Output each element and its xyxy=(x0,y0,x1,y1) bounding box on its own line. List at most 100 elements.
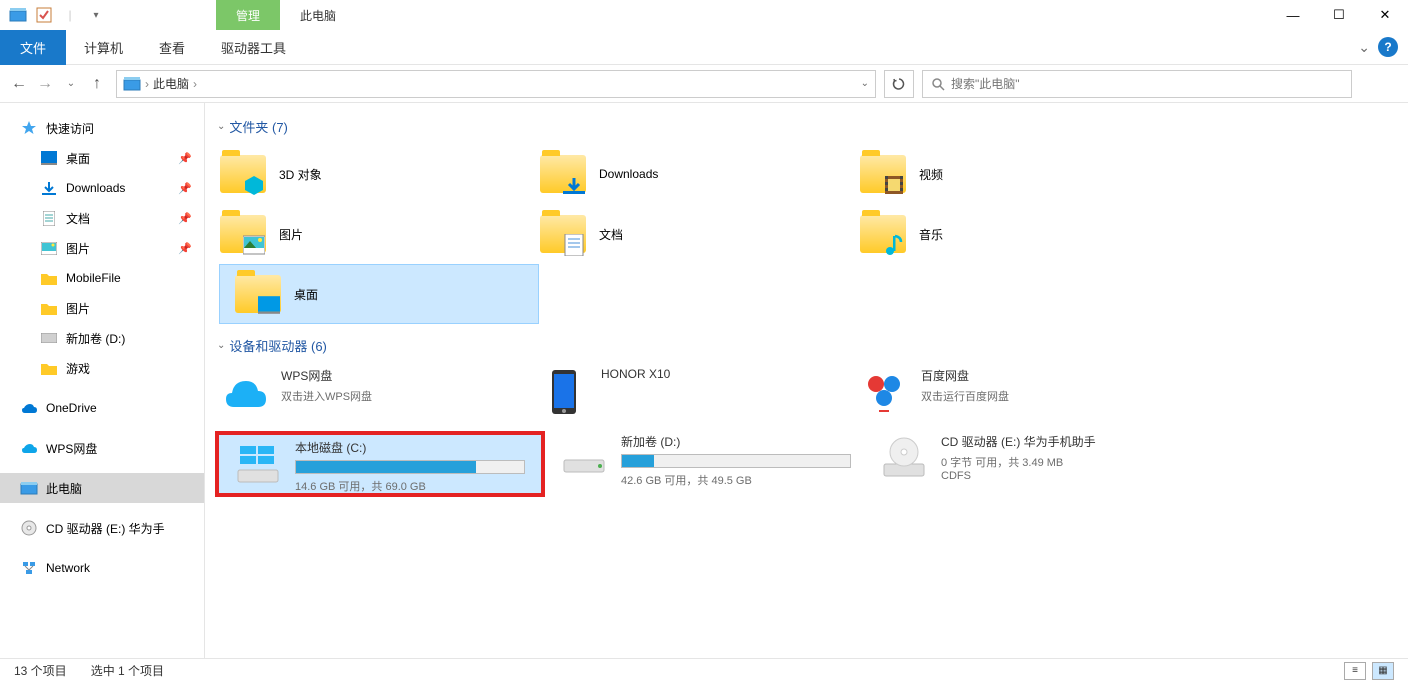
folder-videos[interactable]: 视频 xyxy=(845,144,1165,204)
search-input[interactable] xyxy=(951,77,1343,91)
computer-tab[interactable]: 计算机 xyxy=(66,30,141,65)
search-box[interactable] xyxy=(922,70,1352,98)
sidebar-documents[interactable]: 文档 📌 xyxy=(0,203,204,233)
ribbon-collapse-icon[interactable]: ⌄ xyxy=(1358,39,1370,56)
drive-tools-tab[interactable]: 驱动器工具 xyxy=(203,30,304,65)
content-pane[interactable]: ⌄ 文件夹 (7) 3D 对象 Downloads 视频 图片 文档 xyxy=(205,103,1408,658)
help-icon[interactable]: ? xyxy=(1378,37,1398,57)
sidebar-new-volume[interactable]: 新加卷 (D:) xyxy=(0,323,204,353)
sidebar-downloads[interactable]: Downloads 📌 xyxy=(0,173,204,203)
document-icon xyxy=(40,209,58,227)
forward-button[interactable]: → xyxy=(34,73,56,95)
drive-wps[interactable]: WPS网盘 双击进入WPS网盘 xyxy=(205,363,525,429)
file-tab[interactable]: 文件 xyxy=(0,30,66,65)
cube-icon xyxy=(243,174,265,196)
phone-icon xyxy=(539,367,589,417)
address-separator-2[interactable]: › xyxy=(193,77,197,91)
sidebar-mobilefile[interactable]: MobileFile xyxy=(0,263,204,293)
download-arrow-icon xyxy=(563,174,585,196)
sidebar-desktop[interactable]: 桌面 📌 xyxy=(0,143,204,173)
qat-properties-icon[interactable] xyxy=(32,3,56,27)
pin-icon: 📌 xyxy=(178,152,192,165)
drive-new-volume-d[interactable]: 新加卷 (D:) 42.6 GB 可用，共 49.5 GB xyxy=(545,429,865,495)
sidebar-label: OneDrive xyxy=(46,401,97,415)
sidebar-cd-drive[interactable]: CD 驱动器 (E:) 华为手 xyxy=(0,513,204,543)
view-large-icons-button[interactable]: ▦ xyxy=(1372,662,1394,680)
close-button[interactable]: ✕ xyxy=(1362,0,1408,30)
sidebar-onedrive[interactable]: OneDrive xyxy=(0,393,204,423)
sidebar-label: 游戏 xyxy=(66,360,90,377)
drive-icon xyxy=(40,329,58,347)
this-pc-icon xyxy=(20,479,38,497)
status-bar: 13 个项目 选中 1 个项目 ≡ ▦ xyxy=(0,658,1408,682)
address-dropdown-icon[interactable]: ⌄ xyxy=(861,78,869,89)
manage-contextual-tab[interactable]: 管理 xyxy=(216,0,280,30)
folder-3d-objects[interactable]: 3D 对象 xyxy=(205,144,525,204)
hdd-icon xyxy=(559,433,609,483)
picture-icon xyxy=(40,239,58,257)
this-pc-icon xyxy=(123,75,141,93)
minimize-button[interactable]: — xyxy=(1270,0,1316,30)
storage-bar xyxy=(295,460,525,474)
windows-drive-icon xyxy=(233,439,283,489)
sidebar-pictures[interactable]: 图片 📌 xyxy=(0,233,204,263)
back-button[interactable]: ← xyxy=(8,73,30,95)
navigation-pane[interactable]: 快速访问 桌面 📌 Downloads 📌 文档 📌 图片 📌 MobileFi… xyxy=(0,103,205,658)
cd-drive-icon xyxy=(879,433,929,483)
desktop-icon xyxy=(258,294,280,316)
maximize-button[interactable]: ☐ xyxy=(1316,0,1362,30)
sidebar-label: MobileFile xyxy=(66,271,121,285)
window-title: 此电脑 xyxy=(300,7,336,24)
address-bar[interactable]: › 此电脑 › ⌄ xyxy=(116,70,876,98)
drive-cd-e[interactable]: CD 驱动器 (E:) 华为手机助手 0 字节 可用，共 3.49 MB CDF… xyxy=(865,429,1185,495)
music-note-icon xyxy=(883,234,905,256)
group-devices[interactable]: ⌄ 设备和驱动器 (6) xyxy=(205,332,1408,363)
sidebar-games[interactable]: 游戏 xyxy=(0,353,204,383)
desktop-icon xyxy=(40,149,58,167)
drive-honor-phone[interactable]: HONOR X10 xyxy=(525,363,845,429)
folder-pictures[interactable]: 图片 xyxy=(205,204,525,264)
address-separator: › xyxy=(145,77,149,91)
wps-cloud-icon xyxy=(20,439,38,457)
group-folders[interactable]: ⌄ 文件夹 (7) xyxy=(205,113,1408,144)
folder-desktop[interactable]: 桌面 xyxy=(219,264,539,324)
pin-icon: 📌 xyxy=(178,242,192,255)
sidebar-label: 快速访问 xyxy=(46,120,94,137)
wps-cloud-icon xyxy=(219,367,269,417)
status-item-count: 13 个项目 xyxy=(14,662,67,679)
star-icon xyxy=(20,119,38,137)
folder-downloads[interactable]: Downloads xyxy=(525,144,845,204)
recent-dropdown[interactable]: ⌄ xyxy=(60,73,82,95)
drive-baidu[interactable]: 百度网盘 双击运行百度网盘 xyxy=(845,363,1165,429)
storage-bar xyxy=(621,454,851,468)
sidebar-label: 文档 xyxy=(66,210,90,227)
folder-icon xyxy=(40,359,58,377)
sidebar-label: 此电脑 xyxy=(46,480,82,497)
chevron-down-icon[interactable]: ⌄ xyxy=(217,121,225,132)
sidebar-network[interactable]: Network xyxy=(0,553,204,583)
folder-documents[interactable]: 文档 xyxy=(525,204,845,264)
view-tab[interactable]: 查看 xyxy=(141,30,203,65)
sidebar-label: 图片 xyxy=(66,240,90,257)
sidebar-label: CD 驱动器 (E:) 华为手 xyxy=(46,520,165,537)
up-button[interactable]: ↑ xyxy=(86,73,108,95)
folder-icon xyxy=(40,269,58,287)
film-icon xyxy=(883,174,905,196)
document-icon xyxy=(563,234,585,256)
sidebar-label: 图片 xyxy=(66,300,90,317)
sidebar-label: 桌面 xyxy=(66,150,90,167)
address-text[interactable]: 此电脑 xyxy=(153,75,189,92)
folder-music[interactable]: 音乐 xyxy=(845,204,1165,264)
view-details-button[interactable]: ≡ xyxy=(1344,662,1366,680)
download-icon xyxy=(40,179,58,197)
qat-dropdown-icon[interactable]: ▾ xyxy=(84,3,108,27)
sidebar-quick-access[interactable]: 快速访问 xyxy=(0,113,204,143)
picture-icon xyxy=(243,234,265,256)
sidebar-wps[interactable]: WPS网盘 xyxy=(0,433,204,463)
sidebar-pictures-2[interactable]: 图片 xyxy=(0,293,204,323)
refresh-button[interactable] xyxy=(884,70,914,98)
chevron-down-icon[interactable]: ⌄ xyxy=(217,340,225,351)
sidebar-label: 新加卷 (D:) xyxy=(66,330,125,347)
drive-local-c[interactable]: 本地磁盘 (C:) 14.6 GB 可用，共 69.0 GB xyxy=(215,431,545,497)
sidebar-this-pc[interactable]: 此电脑 xyxy=(0,473,204,503)
